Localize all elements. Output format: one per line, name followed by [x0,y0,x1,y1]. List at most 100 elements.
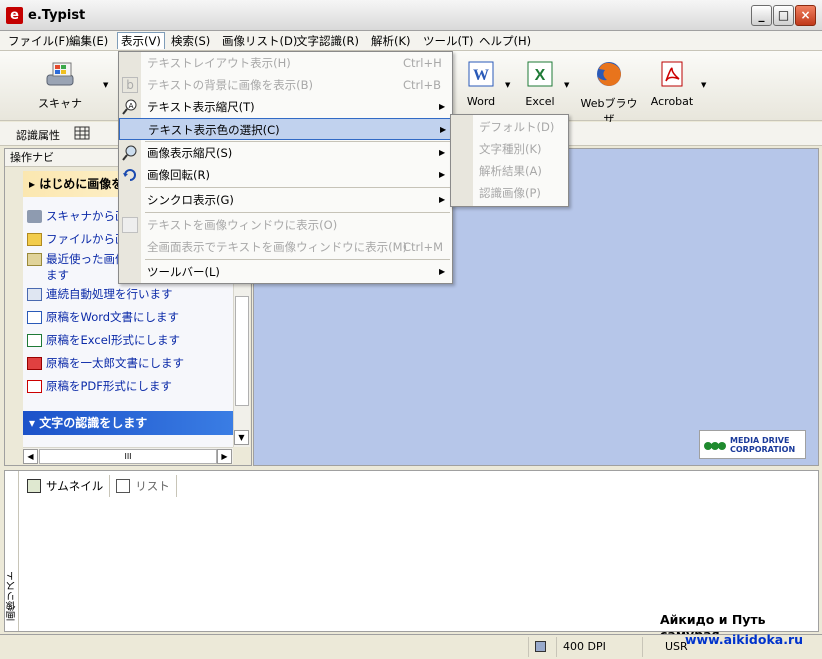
link-to-ichitaro[interactable]: 原稿を一太郎文書にします [27,352,233,375]
menu-toolbar[interactable]: ツールバー(L) ▶ [119,261,452,283]
window-title: e.Typist [28,8,86,23]
maximize-button[interactable]: □ [773,5,794,26]
acrobat-icon [661,61,683,87]
image-list-panel: 画像リスト サムネイル リスト [4,470,819,632]
word-dropdown-arrow-icon[interactable]: ▼ [505,81,510,89]
scroll-down-icon[interactable]: ▼ [234,430,249,445]
recognition-attr-label: 認識属性 [16,129,60,142]
logo-line2: CORPORATION [730,444,796,454]
batch-icon [27,288,42,301]
word-small-icon [27,311,42,324]
list-icon [116,479,131,493]
section-recognize[interactable]: ▾ 文字の認識をします [23,411,233,435]
word-label: Word [466,95,496,108]
menu-fullscreen-text[interactable]: 全画面表示でテキストを画像ウィンドウに表示(M) Ctrl+M [119,236,452,258]
tab-list[interactable]: リスト [110,475,177,497]
menu-text-background-shortcut: Ctrl+B [403,78,441,92]
excel-button[interactable]: X Excel [522,59,558,108]
menu-analyze[interactable]: 解析(K) [368,33,414,50]
menu-file[interactable]: ファイル(F) [5,33,73,50]
tab-thumbnail-label: サムネイル [46,479,104,493]
submenu-arrow-icon: ▶ [439,267,446,276]
menu-text-layout-label: テキストレイアウト表示(H) [147,56,291,70]
menu-text-color[interactable]: テキスト表示色の選択(C) ▶ [119,118,452,140]
minimize-button[interactable]: _ [751,5,772,26]
link-batch-process-label: 連続自動処理を行います [46,287,173,301]
ichitaro-icon [27,357,42,370]
submenu-default[interactable]: デフォルト(D) [479,116,554,138]
word-button[interactable]: W Word [463,59,499,108]
excel-icon: X [527,61,553,87]
menu-fullscreen-text-shortcut: Ctrl+M [403,240,444,254]
submenu-char-type[interactable]: 文字種別(K) [479,138,542,160]
submenu-analysis-result[interactable]: 解析結果(A) [479,160,542,182]
menu-image-list[interactable]: 画像リスト(D) [219,33,300,50]
menu-edit[interactable]: 編集(E) [66,33,111,50]
side-label-text: 画像リスト [7,571,18,621]
svg-text:W: W [473,67,489,84]
link-to-pdf[interactable]: 原稿をPDF形式にします [27,375,233,398]
link-to-ichitaro-label: 原稿を一太郎文書にします [46,356,184,370]
text-zoom-icon: A [122,99,137,115]
menu-ocr[interactable]: 文字認識(R) [293,33,362,50]
menu-tools[interactable]: ツール(T) [420,33,477,50]
watermark-url: www.aikidoka.ru [685,632,804,647]
media-drive-logo-icon [704,441,726,450]
menu-sync-view[interactable]: シンクロ表示(G) ▶ [119,189,452,211]
pdf-small-icon [27,380,42,393]
menu-text-zoom[interactable]: A テキスト表示縮尺(T) ▶ [119,96,452,118]
menu-separator [145,187,450,188]
text-color-submenu: デフォルト(D) 文字種別(K) 解析結果(A) 認識画像(P) [450,114,569,207]
menu-text-color-label: テキスト表示色の選択(C) [148,123,280,137]
submenu-arrow-icon: ▶ [439,102,446,111]
menu-text-layout[interactable]: テキストレイアウト表示(H) Ctrl+H [119,52,452,74]
acrobat-dropdown-arrow-icon[interactable]: ▼ [701,81,706,89]
menu-sync-view-label: シンクロ表示(G) [147,193,234,207]
scanner-label: スキャナ [38,97,82,110]
navi-horizontal-scrollbar[interactable]: ◀ III ▶ [23,447,233,464]
scroll-thumb[interactable] [235,296,249,406]
logo-line1: MEDIA DRIVE [730,435,790,445]
submenu-arrow-icon: ▶ [439,148,446,157]
app-logo-icon: e [6,7,23,24]
menu-image-rotate[interactable]: 画像回転(R) ▶ [119,164,452,186]
scanner-dropdown-arrow-icon[interactable]: ▼ [103,81,108,89]
menu-image-zoom[interactable]: 画像表示縮尺(S) ▶ [119,142,452,164]
link-to-word[interactable]: 原稿をWord文書にします [27,306,233,329]
scanner-button[interactable]: スキャナ [34,59,86,111]
grid-view-button[interactable] [74,126,104,142]
title-bar: e e.Typist _ □ × [0,0,822,31]
close-button[interactable]: × [795,5,816,26]
link-to-pdf-label: 原稿をPDF形式にします [46,379,172,393]
menu-search[interactable]: 検索(S) [168,33,213,50]
svg-text:X: X [535,67,546,84]
menu-bar: ファイル(F) 編集(E) 表示(V) 検索(S) 画像リスト(D) 文字認識(… [0,31,822,51]
link-batch-process[interactable]: 連続自動処理を行います [27,283,233,306]
excel-dropdown-arrow-icon[interactable]: ▼ [564,81,569,89]
rotate-icon [123,169,136,181]
link-to-word-label: 原稿をWord文書にします [46,310,180,324]
submenu-arrow-icon: ▶ [439,170,446,179]
menu-separator [145,259,450,260]
submenu-recognized-image[interactable]: 認識画像(P) [479,182,541,204]
firefox-icon [597,62,621,86]
menu-help[interactable]: ヘルプ(H) [476,33,534,50]
menu-image-rotate-label: 画像回転(R) [147,168,210,182]
tab-thumbnail[interactable]: サムネイル [21,475,111,497]
submenu-arrow-icon: ▶ [440,125,447,134]
scroll-right-icon[interactable]: ▶ [217,449,232,464]
submenu-icon-strip [451,115,473,206]
web-browser-button[interactable]: Webブラウザ [578,59,640,127]
link-to-excel[interactable]: 原稿をExcel形式にします [27,329,233,352]
image-list-side-label: 画像リスト [5,471,19,631]
menu-view[interactable]: 表示(V) [117,32,165,49]
acrobat-button[interactable]: Acrobat [650,59,694,108]
section-load-image-label: はじめに画像を [39,177,124,191]
acrobat-label: Acrobat [650,95,694,108]
media-drive-logo: MEDIA DRIVE CORPORATION [699,430,806,459]
scroll-left-icon[interactable]: ◀ [23,449,38,464]
hscroll-thumb[interactable]: III [39,449,217,464]
menu-text-in-image-window[interactable]: テキストを画像ウィンドウに表示(O) [119,214,452,236]
link-from-scanner-label: スキャナから画 [46,209,127,223]
menu-text-background[interactable]: b テキストの背景に画像を表示(B) Ctrl+B [119,74,452,96]
